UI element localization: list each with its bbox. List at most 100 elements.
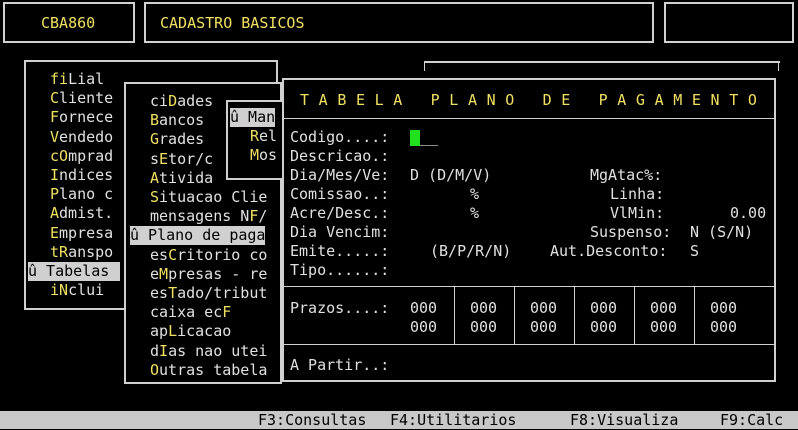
function-key-bar: F3:Consultas F4:Utilitarios F8:Visualiza… (0, 411, 798, 429)
main-menu-item[interactable]: tRanspo (50, 243, 113, 262)
program-code: CBA860 (41, 14, 96, 32)
plano-submenu-item[interactable]: û Man (230, 108, 276, 127)
suspenso-label: Suspenso: (590, 223, 672, 241)
emite-field[interactable]: (B/P/R/N) (430, 242, 511, 261)
menu-label: û Tabelas (28, 262, 110, 280)
vlmin-field[interactable]: 0.00 (730, 204, 766, 223)
acre-desc-label: Acre/Desc.: (290, 204, 390, 222)
prazo-field[interactable]: 000 (470, 299, 497, 318)
form-divider-apartir (284, 344, 774, 345)
prazo-field[interactable]: 000 (410, 318, 437, 337)
main-menu-item[interactable]: fiLial (50, 70, 104, 89)
acre-desc-field[interactable]: % (470, 204, 479, 223)
menu-label: clui (68, 281, 105, 300)
prazo-separator (574, 286, 575, 344)
dia-vencim-label: Dia Vencim: (290, 223, 390, 241)
main-menu-item[interactable]: Admist. (50, 204, 113, 223)
menu-label: liente (59, 89, 114, 108)
descricao-field[interactable] (410, 147, 750, 166)
menu-hotkey: A (50, 204, 60, 223)
form-divider-top (284, 118, 774, 119)
main-menu-item[interactable]: Plano c (50, 185, 113, 204)
submenu-item[interactable]: sEtor/c (150, 150, 213, 169)
menu-hotkey: fi (50, 70, 69, 88)
descricao-label: Descricao.: (290, 147, 390, 165)
plano-submenu-item[interactable]: Mos (250, 146, 277, 165)
right-header-box (664, 2, 794, 43)
main-menu-item[interactable]: Fornece (50, 108, 113, 127)
suspenso-field[interactable]: N (S/N) (690, 223, 753, 242)
submenu-item[interactable]: caixa ecF (150, 303, 231, 322)
text-cursor (410, 130, 420, 146)
prazo-field[interactable]: 000 (470, 318, 497, 337)
submenu-item[interactable]: û Plano de paga (130, 226, 266, 246)
prazo-separator (454, 286, 455, 344)
prazo-field[interactable]: 000 (710, 318, 737, 337)
submenu-item[interactable]: apLicacao (150, 322, 231, 341)
vlmin-label: VlMin: (610, 204, 665, 222)
main-menu-item[interactable]: û Tabelas (28, 262, 120, 281)
submenu-item[interactable]: Bancos (150, 111, 204, 130)
linha-label: Linha: (610, 185, 665, 203)
prazos-label: Prazos....: (290, 299, 390, 317)
comissao-field[interactable]: % (470, 185, 479, 204)
menu-label: lano c (59, 185, 114, 204)
menu-hotkey: I (50, 166, 60, 184)
submenu-item[interactable]: Grades (150, 130, 204, 149)
submenu-item[interactable]: esTado/tribut (150, 284, 267, 303)
main-menu-item[interactable]: Empresa (50, 224, 113, 243)
prazo-field[interactable]: 000 (530, 299, 557, 318)
prazo-field[interactable]: 000 (710, 299, 737, 318)
bracket-right (778, 61, 779, 71)
aut-desconto-label: Aut.Desconto: (550, 242, 668, 260)
menu-hotkey: C (50, 89, 60, 108)
submenu-item[interactable]: dIas nao utei (150, 342, 267, 361)
menu-hotkey: V (50, 127, 60, 146)
submenu-item[interactable]: Situacao Clie (150, 188, 267, 207)
submenu-item[interactable]: mensagens NF/ (150, 207, 267, 226)
f8-visualiza[interactable]: F8:Visualiza (570, 411, 678, 430)
plano-submenu: û Man Rel Mos (226, 100, 284, 180)
main-menu-item[interactable]: cOmprad (50, 147, 113, 166)
menu-label: ndices (59, 166, 114, 184)
plano-submenu-item[interactable]: Rel (250, 127, 277, 146)
prazo-separator (694, 286, 695, 344)
main-menu-item[interactable]: Vendedo (50, 128, 113, 147)
codigo-field[interactable]: __ (420, 128, 438, 147)
main-menu-item[interactable]: Cliente (50, 89, 113, 108)
dia-mes-ve-label: Dia/Mes/Ve: (290, 166, 390, 184)
f3-consultas[interactable]: F3:Consultas (258, 411, 366, 430)
plano-pagamento-form: T A B E L A P L A N O D E P A G A M E N … (282, 78, 776, 382)
submenu-item[interactable]: esCritorio co (150, 246, 267, 265)
prazo-field[interactable]: 000 (590, 318, 617, 337)
menu-hotkey: cO (50, 146, 69, 165)
f9-calc[interactable]: F9:Calc (720, 411, 783, 430)
submenu-item[interactable]: Ativida (150, 169, 213, 188)
prazo-field[interactable]: 000 (650, 318, 677, 337)
window-title: CADASTRO BASICOS (160, 14, 305, 32)
prazo-field[interactable]: 000 (590, 299, 617, 318)
prazo-field[interactable]: 000 (410, 299, 437, 318)
a-partir-label: A Partir..: (290, 356, 390, 374)
form-title: T A B E L A P L A N O D E P A G A M E N … (300, 91, 758, 109)
prazo-field[interactable]: 000 (650, 299, 677, 318)
prazo-separator (514, 286, 515, 344)
codigo-label: Codigo....: (290, 128, 390, 146)
submenu-item[interactable]: Outras tabela (150, 361, 267, 380)
f4-utilitarios[interactable]: F4:Utilitarios (390, 411, 516, 430)
tipo-label: Tipo......: (290, 261, 390, 279)
submenu-item[interactable]: ciDades (150, 92, 213, 111)
submenu-item[interactable]: eMpresas - re (150, 265, 267, 284)
menu-label: anspo (68, 242, 114, 261)
prazo-separator (634, 286, 635, 344)
emite-label: Emite.....: (290, 242, 390, 260)
menu-label: ornece (59, 108, 114, 127)
aut-desconto-field[interactable]: S (690, 242, 699, 261)
main-menu-item[interactable]: iNclui (50, 281, 104, 300)
dia-mes-ve-field[interactable]: D (D/M/V) (410, 166, 491, 185)
menu-hotkey: P (50, 185, 60, 204)
main-menu-item[interactable]: Indices (50, 166, 113, 185)
menu-hotkey: F (50, 108, 60, 127)
prazo-field[interactable]: 000 (530, 318, 557, 337)
menu-label: dmist. (59, 204, 114, 223)
